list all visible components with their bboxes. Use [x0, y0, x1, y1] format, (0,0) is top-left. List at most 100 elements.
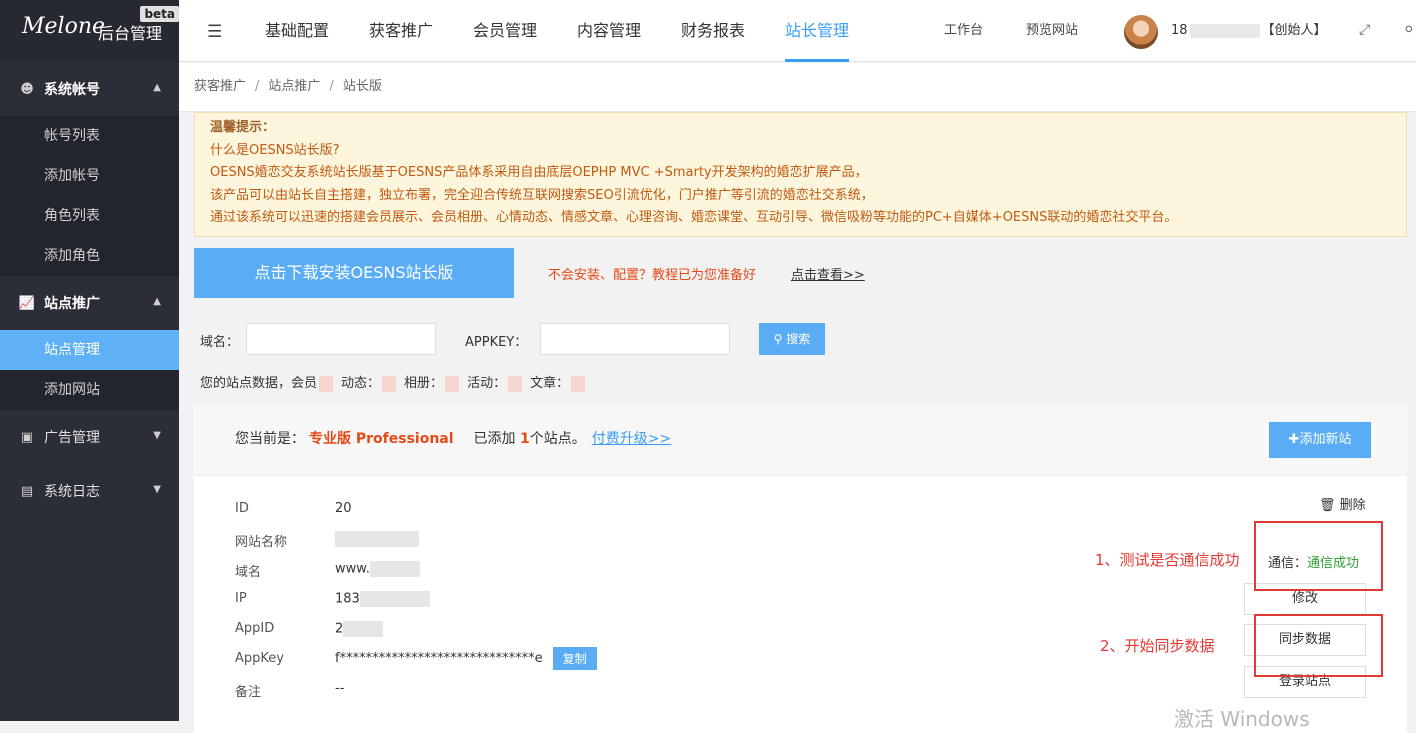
stats-label-dynamics: 动态： — [341, 376, 381, 391]
user-phone-prefix: 18 — [1171, 23, 1188, 38]
nav-group-site-promotion[interactable]: 📈 站点推广 ▲ — [0, 276, 179, 330]
nav-group-system-log[interactable]: ▤ 系统日志 ▼ — [0, 464, 179, 518]
breadcrumb-item-current: 站长版 — [342, 79, 382, 94]
nav-group-ad-management[interactable]: ▣ 广告管理 ▼ — [0, 410, 179, 464]
plan-info: 您当前是： 专业版 Professional 已添加 1个站点。 付费升级>> — [235, 428, 671, 448]
field-label-remark: 备注 — [235, 685, 262, 700]
upgrade-link[interactable]: 付费升级>> — [592, 431, 671, 447]
field-value-ip: 183 — [335, 591, 430, 607]
notice-line: 该产品可以由站长自主搭建，独立布署，完全迎合传统互联网搜索SEO引流优化，门户推… — [210, 187, 874, 203]
tab-customer-promotion[interactable]: 获客推广 — [369, 0, 433, 62]
notice-box: 温馨提示： 什么是OESNS站长版? OESNS婚恋交友系统站长版基于OESNS… — [194, 112, 1407, 237]
masked-value — [508, 375, 523, 392]
logo: Melone 后台管理 beta — [0, 0, 179, 62]
panel-header: 您当前是： 专业版 Professional 已添加 1个站点。 付费升级>> ✚添加… — [194, 403, 1407, 476]
masked-value — [369, 561, 420, 577]
domain-prefix: www. — [335, 561, 370, 577]
top-bar: ☰ 基础配置 获客推广 会员管理 内容管理 财务报表 站长管理 工作台 预览网站… — [179, 0, 1416, 62]
appkey-value: f******************************e — [335, 651, 543, 666]
annotation-box-1 — [1254, 521, 1383, 591]
notice-line: 什么是OESNS站长版? — [210, 142, 340, 158]
appkey-input[interactable] — [540, 323, 730, 355]
sidebar-item-site-management[interactable]: 站点管理 — [0, 330, 179, 370]
chart-icon: 📈 — [18, 295, 36, 311]
breadcrumb: 获客推广 / 站点推广 / 站长版 — [179, 63, 1416, 112]
nav-group-system-account[interactable]: ☻ 系统帐号 ▲ — [0, 62, 179, 116]
field-value-appid: 2 — [335, 621, 384, 637]
field-value-domain: www. — [335, 561, 420, 577]
search-icon: ⚲ — [773, 332, 783, 346]
preview-site-link[interactable]: 预览网站 — [1026, 0, 1078, 62]
user-phone-masked — [1189, 23, 1260, 38]
nav-group-label: 系统日志 — [44, 484, 100, 500]
add-new-site-button[interactable]: ✚添加新站 — [1269, 422, 1371, 458]
stats-label-articles: 文章： — [530, 376, 570, 391]
workbench-link[interactable]: 工作台 — [944, 0, 983, 62]
nav-group-label: 站点推广 — [44, 296, 100, 312]
headset-icon[interactable]: ⚪ — [1403, 22, 1415, 38]
annotation-box-2 — [1254, 614, 1383, 677]
sidebar-item-account-list[interactable]: 帐号列表 — [0, 116, 179, 156]
brand-text: 后台管理 — [98, 24, 163, 43]
sidebar-item-add-site[interactable]: 添加网站 — [0, 370, 179, 410]
stats-label-activities: 活动： — [467, 376, 507, 391]
tab-webmaster-management[interactable]: 站长管理 — [785, 0, 850, 62]
breadcrumb-item[interactable]: 获客推广 — [194, 79, 246, 94]
nav-group-label: 系统帐号 — [44, 82, 100, 98]
added-suffix: 个站点。 — [529, 431, 586, 447]
stats-prefix: 您的站点数据， — [200, 376, 292, 391]
fullscreen-icon[interactable]: ⤢ — [1359, 22, 1370, 38]
masked-value — [319, 375, 334, 392]
field-value-id: 20 — [335, 501, 352, 516]
breadcrumb-item[interactable]: 站点推广 — [268, 79, 320, 94]
tab-member-management[interactable]: 会员管理 — [473, 0, 537, 62]
domain-input[interactable] — [246, 323, 436, 355]
sidebar-item-add-role[interactable]: 添加角色 — [0, 236, 179, 276]
tab-content-management[interactable]: 内容管理 — [577, 0, 641, 62]
field-value-remark: -- — [335, 681, 345, 696]
tutorial-link[interactable]: 点击查看>> — [791, 264, 865, 283]
user-info[interactable]: 18 【创始人】 — [1171, 0, 1327, 62]
chevron-up-icon: ▲ — [153, 296, 161, 307]
masked-value — [335, 531, 419, 547]
masked-value — [359, 591, 430, 607]
notice-title: 温馨提示： — [210, 120, 276, 135]
delete-label: 删除 — [1339, 498, 1366, 513]
user-role: 【创始人】 — [1261, 23, 1327, 38]
sidebar: Melone 后台管理 beta ☻ 系统帐号 ▲ 帐号列表 添加帐号 角色列表… — [0, 0, 179, 721]
download-install-button[interactable]: 点击下载安装OESNS站长版 — [194, 248, 514, 298]
tab-basic-config[interactable]: 基础配置 — [265, 0, 329, 62]
field-label-ip: IP — [235, 591, 247, 606]
copy-button[interactable]: 复制 — [552, 647, 597, 670]
added-count: 1 — [520, 431, 530, 447]
user-icon: ☻ — [20, 81, 34, 97]
current-plan-prefix: 您当前是： — [235, 431, 305, 447]
field-label-appid: AppID — [235, 621, 275, 636]
sidebar-item-role-list[interactable]: 角色列表 — [0, 196, 179, 236]
menu-toggle-icon[interactable]: ☰ — [207, 22, 222, 42]
avatar[interactable] — [1124, 15, 1158, 49]
appkey-label: APPKEY： — [465, 335, 528, 350]
chevron-up-icon: ▲ — [153, 82, 161, 93]
search-button[interactable]: ⚲ 搜索 — [759, 323, 825, 355]
brand-logo: Melone — [22, 14, 106, 39]
log-icon: ▤ — [20, 483, 34, 499]
nav-group-label: 广告管理 — [44, 430, 100, 446]
nav-sub-site-promotion: 站点管理 添加网站 — [0, 330, 179, 410]
beta-badge: beta — [140, 6, 179, 22]
chevron-down-icon: ▼ — [153, 484, 161, 495]
field-label-domain: 域名 — [235, 565, 262, 580]
stats-label-albums: 相册： — [404, 376, 444, 391]
masked-value — [382, 375, 397, 392]
windows-activation-watermark: 激活 Windows — [1174, 707, 1310, 731]
appid-prefix: 2 — [335, 621, 344, 637]
tab-finance-report[interactable]: 财务报表 — [681, 0, 745, 62]
sidebar-item-add-account[interactable]: 添加帐号 — [0, 156, 179, 196]
masked-value — [571, 375, 586, 392]
delete-button[interactable]: 🗑 删除 — [1319, 494, 1366, 513]
chevron-down-icon: ▼ — [153, 430, 161, 441]
masked-value — [445, 375, 460, 392]
field-value-site-name — [335, 531, 419, 547]
notice-line: 通过该系统可以迅速的搭建会员展示、会员相册、心情动态、情感文章、心理咨询、婚恋课… — [210, 210, 1178, 225]
stats-label-members: 会员 — [291, 376, 318, 391]
